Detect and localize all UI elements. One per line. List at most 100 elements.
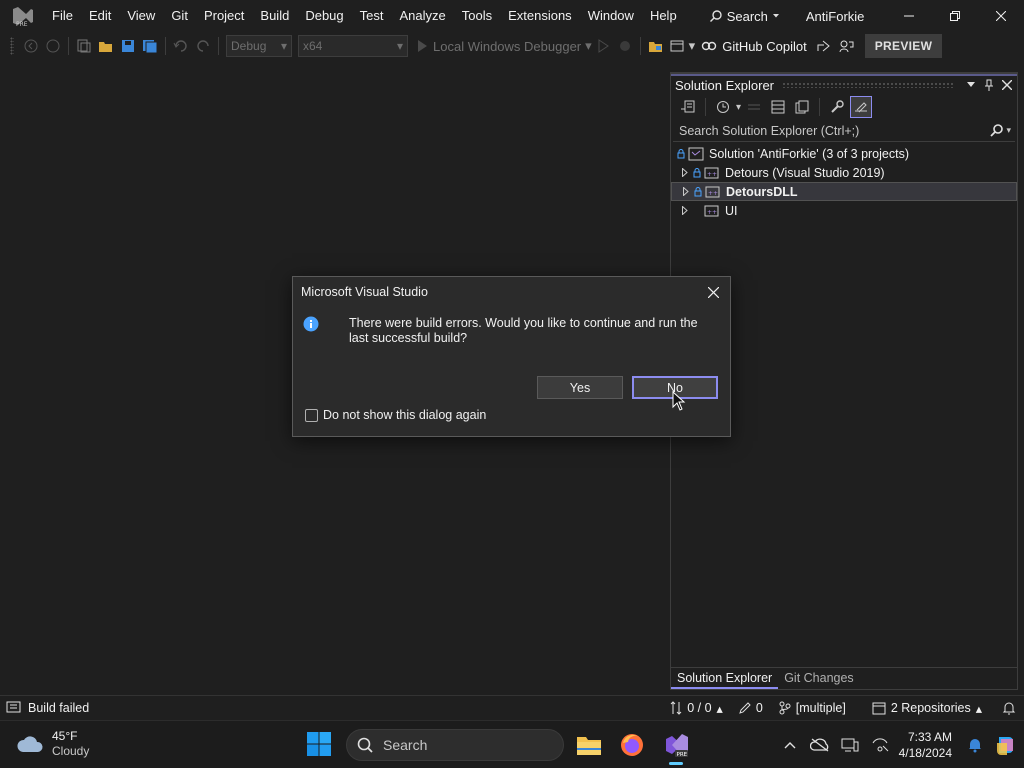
minimize-button[interactable] (886, 0, 932, 32)
branch-status[interactable]: [multiple] (771, 701, 854, 715)
search-menu-button[interactable]: Search (699, 9, 790, 24)
notification-bell-icon[interactable] (960, 730, 990, 760)
weather-widget[interactable]: 45°F Cloudy (16, 729, 89, 759)
tree-solution-node[interactable]: Solution 'AntiForkie' (3 of 3 projects) (671, 144, 1017, 163)
copilot-tray-icon[interactable] (990, 730, 1020, 760)
visual-studio-app[interactable]: PRE (660, 729, 692, 765)
open-folder-icon[interactable] (95, 35, 117, 57)
pin-button[interactable] (981, 77, 997, 93)
notifications-button[interactable] (994, 701, 1024, 715)
checkbox-box[interactable] (305, 408, 318, 422)
new-project-icon[interactable] (73, 35, 95, 57)
chevron-down-icon[interactable]: ▾ (1006, 125, 1011, 136)
layout-icon[interactable] (667, 35, 689, 57)
switch-views-icon[interactable] (677, 96, 699, 118)
toolbar-separator (165, 37, 166, 55)
preview-button[interactable]: PREVIEW (864, 34, 943, 58)
menu-help[interactable]: Help (642, 0, 685, 32)
pencil-icon (739, 702, 751, 714)
save-icon[interactable] (117, 35, 139, 57)
tree-project-node-selected[interactable]: ++ DetoursDLL (671, 182, 1017, 201)
yes-button[interactable]: Yes (537, 376, 623, 399)
firefox-app[interactable] (616, 729, 648, 761)
tree-project-node[interactable]: ++ Detours (Visual Studio 2019) (671, 163, 1017, 182)
toolbar-grip[interactable] (10, 37, 14, 55)
feedback-icon[interactable] (835, 35, 857, 57)
preview-selected-items-icon[interactable] (850, 96, 873, 118)
chevron-up-icon: ▴ (716, 701, 723, 716)
restore-button[interactable] (932, 0, 978, 32)
hot-reload-icon[interactable] (614, 35, 636, 57)
solution-explorer-search-input[interactable]: Search Solution Explorer (Ctrl+;) ▾ (673, 120, 1015, 142)
pin-icon (985, 79, 993, 91)
chevron-down-icon (967, 82, 975, 87)
folder-view-icon[interactable] (645, 35, 667, 57)
navigate-forward-icon[interactable] (42, 35, 64, 57)
start-debugging-icon[interactable] (411, 35, 433, 57)
clock[interactable]: 7:33 AM 4/18/2024 (895, 729, 960, 761)
show-hidden-icons-button[interactable] (775, 730, 805, 760)
github-copilot-button[interactable]: GitHub Copilot (701, 39, 807, 54)
menu-git[interactable]: Git (163, 0, 196, 32)
menu-extensions[interactable]: Extensions (500, 0, 580, 32)
expand-arrow-icon[interactable] (679, 206, 691, 215)
dialog-close-button[interactable] (702, 281, 724, 303)
menu-edit[interactable]: Edit (81, 0, 119, 32)
commits-status[interactable]: 0 / 0 ▴ (662, 701, 731, 716)
firefox-icon (621, 734, 643, 756)
redo-icon[interactable] (192, 35, 214, 57)
tab-solution-explorer[interactable]: Solution Explorer (671, 668, 779, 689)
repositories-status[interactable]: 2 Repositories ▴ (864, 701, 990, 716)
menu-file[interactable]: File (44, 0, 81, 32)
close-window-button[interactable] (978, 0, 1024, 32)
configuration-dropdown[interactable]: Debug ▾ (226, 35, 292, 57)
network-disconnected-icon[interactable] (865, 730, 895, 760)
changes-status[interactable]: 0 (731, 701, 771, 715)
commits-count: 0 / 0 (687, 701, 712, 715)
project-label: UI (725, 203, 738, 218)
menu-test[interactable]: Test (352, 0, 392, 32)
onedrive-icon[interactable] (805, 730, 835, 760)
dont-show-again-checkbox[interactable]: Do not show this dialog again (305, 408, 486, 422)
share-icon[interactable] (813, 35, 835, 57)
collapse-all-icon[interactable] (767, 96, 789, 118)
chevron-down-icon[interactable]: ▾ (736, 102, 741, 113)
pending-changes-filter-icon[interactable] (712, 96, 734, 118)
platform-value: x64 (303, 39, 323, 53)
show-all-files-icon[interactable] (791, 96, 813, 118)
taskbar-search-box[interactable]: Search (346, 729, 564, 761)
taskbar-search-placeholder: Search (383, 737, 428, 753)
menu-analyze[interactable]: Analyze (391, 0, 453, 32)
visual-studio-logo-icon[interactable]: PRE (0, 0, 44, 32)
tree-project-node[interactable]: ++ UI (671, 201, 1017, 220)
tab-git-changes[interactable]: Git Changes (778, 668, 859, 689)
file-explorer-app[interactable] (573, 729, 605, 761)
project-label: Detours (Visual Studio 2019) (725, 165, 885, 180)
menu-debug[interactable]: Debug (297, 0, 351, 32)
start-without-debugging-icon[interactable] (592, 35, 614, 57)
menu-view[interactable]: View (119, 0, 163, 32)
panel-menu-button[interactable] (963, 77, 979, 93)
navigate-back-icon[interactable] (20, 35, 42, 57)
menu-build[interactable]: Build (252, 0, 297, 32)
chevron-down-icon[interactable]: ▾ (689, 38, 696, 54)
changes-count: 0 (755, 701, 763, 715)
build-status[interactable]: Build failed (0, 701, 89, 715)
chevron-down-icon (772, 14, 779, 18)
debugger-target[interactable]: Local Windows Debugger (433, 39, 581, 54)
close-panel-button[interactable] (999, 77, 1015, 93)
chevron-up-icon (784, 742, 796, 749)
menu-tools[interactable]: Tools (454, 0, 500, 32)
menu-project[interactable]: Project (196, 0, 252, 32)
start-button[interactable] (306, 731, 334, 759)
platform-dropdown[interactable]: x64 ▾ (298, 35, 408, 57)
display-icon[interactable] (835, 730, 865, 760)
save-all-icon[interactable] (139, 35, 161, 57)
expand-arrow-icon[interactable] (680, 187, 692, 196)
expand-arrow-icon[interactable] (679, 168, 691, 177)
properties-wrench-icon[interactable] (826, 96, 848, 118)
sync-active-document-icon[interactable] (743, 96, 765, 118)
menu-window[interactable]: Window (580, 0, 642, 32)
panel-drag-handle[interactable] (782, 82, 955, 88)
undo-icon[interactable] (170, 35, 192, 57)
